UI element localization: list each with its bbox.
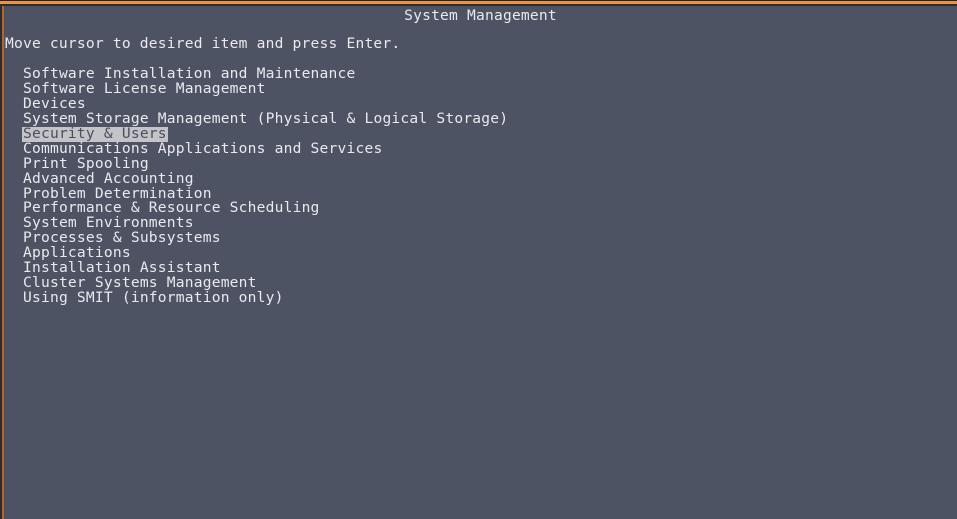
instruction-text: Move cursor to desired item and press En… bbox=[5, 35, 401, 52]
terminal-screen: System Management Move cursor to desired… bbox=[0, 0, 957, 519]
page-title: System Management bbox=[404, 7, 557, 24]
terminal-content: System Management Move cursor to desired… bbox=[4, 6, 957, 519]
menu-item[interactable]: Using SMIT (information only) bbox=[22, 290, 285, 306]
menu-list: Software Installation and Maintenance Sof… bbox=[22, 66, 952, 306]
